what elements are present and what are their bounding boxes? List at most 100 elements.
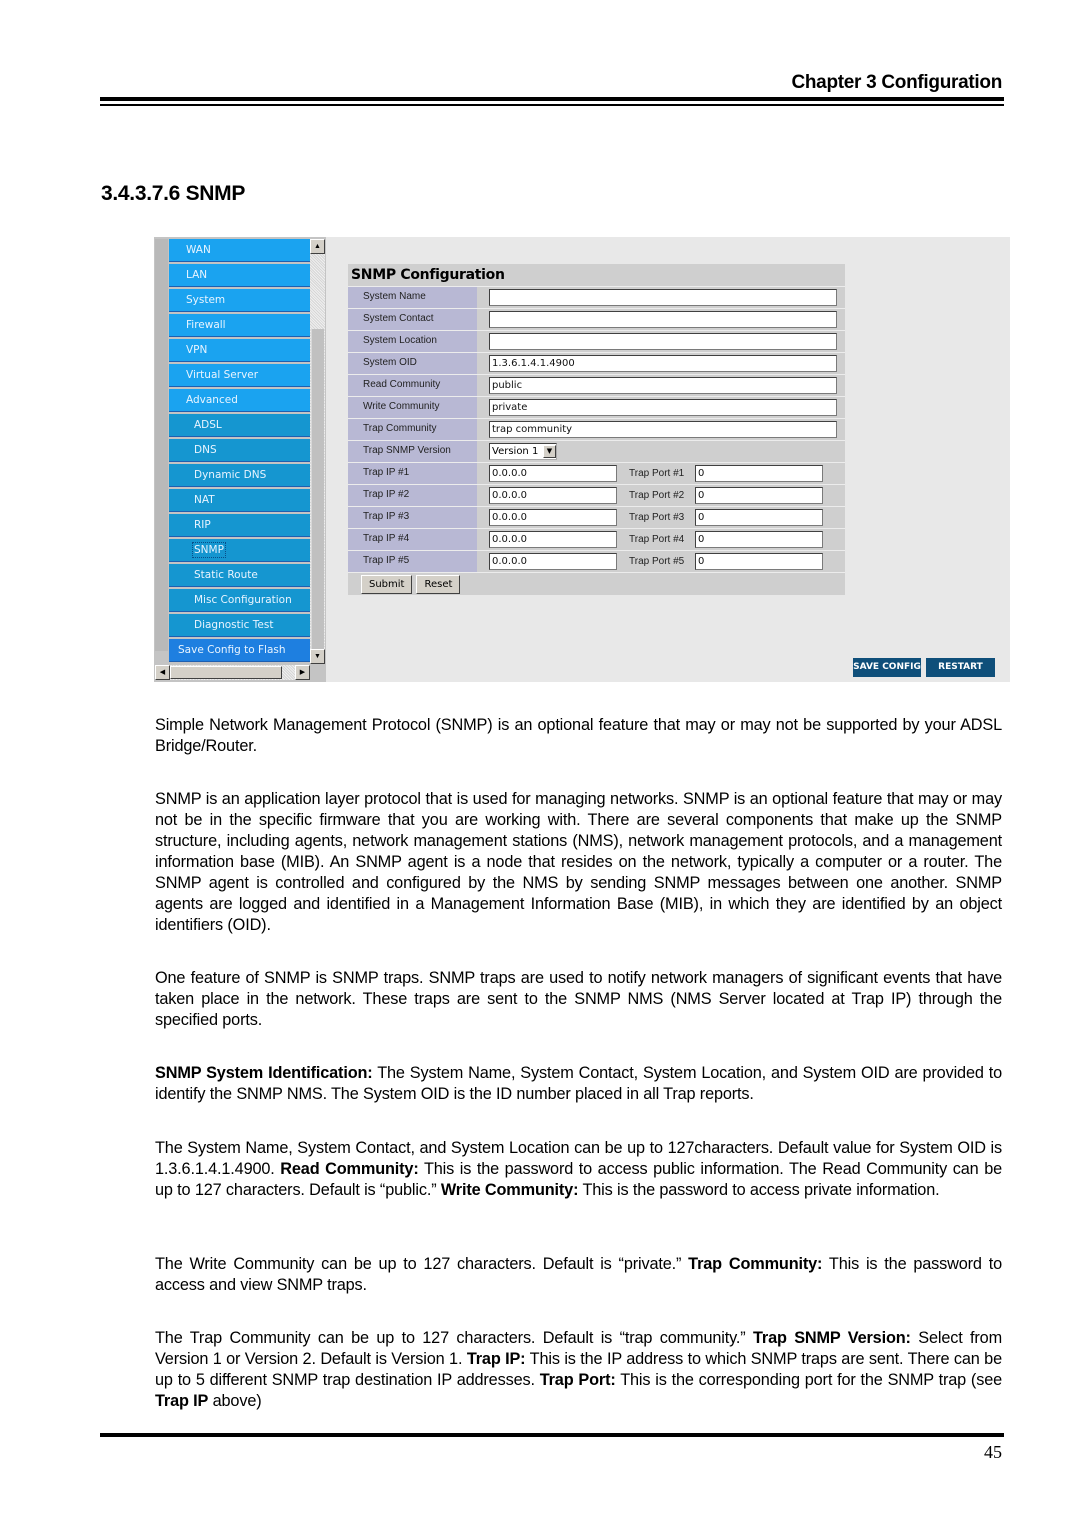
submit-button[interactable]: Submit [361, 574, 413, 594]
nav-item-label: ADSL [194, 419, 222, 431]
field-label: Write Community [348, 397, 477, 418]
scrollbar-thumb[interactable] [311, 329, 324, 649]
term: Trap IP: [466, 1350, 526, 1368]
nav-item-vpn[interactable]: VPN [169, 339, 310, 362]
paragraph-trap-community: The Write Community can be up to 127 cha… [155, 1254, 1002, 1296]
system-location-input[interactable] [489, 333, 837, 350]
read-community-input[interactable]: public [489, 377, 837, 394]
nav-item-virtual-server[interactable]: Virtual Server [169, 364, 310, 387]
paragraph-snmp-traps: One feature of SNMP is SNMP traps. SNMP … [155, 969, 1002, 1029]
navigation-frame: WAN LAN System Firewall VPN Virtual Server Adv… [154, 237, 326, 682]
nav-item-system[interactable]: System [169, 289, 310, 312]
chapter-header: Chapter 3 Configuration [791, 72, 1002, 93]
nav-item-adsl[interactable]: ADSL [169, 414, 310, 437]
write-community-input[interactable]: private [489, 399, 837, 416]
paragraph-intro: Simple Network Management Protocol (SNMP… [155, 716, 1002, 755]
system-contact-input[interactable] [489, 311, 837, 328]
header-rule [100, 97, 1004, 101]
nav-item-dns[interactable]: DNS [169, 439, 310, 462]
form-row: System Name [348, 286, 845, 308]
horizontal-scrollbar-thumb[interactable] [170, 666, 282, 679]
nav-item-diagnostic-test[interactable]: Diagnostic Test [169, 614, 310, 637]
field-label: System Location [348, 331, 477, 352]
text: The Trap Community can be up to 127 char… [155, 1329, 753, 1347]
nav-left-margin [155, 239, 168, 651]
trap-port-input[interactable]: 0 [695, 553, 823, 570]
trap-ip-input[interactable]: 0.0.0.0 [489, 487, 617, 504]
trap-port-input[interactable]: 0 [695, 487, 823, 504]
trap-ip-input[interactable]: 0.0.0.0 [489, 531, 617, 548]
nav-item-dynamic-dns[interactable]: Dynamic DNS [169, 464, 310, 487]
nav-item-misc-configuration[interactable]: Misc Configuration [169, 589, 310, 612]
nav-item-save-config-to-flash[interactable]: Save Config to Flash [169, 639, 310, 662]
scroll-right-icon[interactable]: ▶ [295, 665, 310, 680]
nav-item-advanced[interactable]: Advanced [169, 389, 310, 412]
nav-item-lan[interactable]: LAN [169, 264, 310, 287]
field-label: System OID [348, 353, 477, 374]
form-row: Trap Community trap community [348, 418, 845, 440]
nav-item-label: SNMP [192, 542, 226, 558]
nav-item-label: Dynamic DNS [194, 469, 267, 481]
nav-item-snmp[interactable]: SNMP [169, 539, 310, 562]
nav-item-label: NAT [194, 494, 215, 506]
horizontal-scrollbar[interactable]: ◀ ▶ [155, 665, 310, 680]
nav-item-firewall[interactable]: Firewall [169, 314, 310, 337]
field-label: Trap IP #5 [348, 551, 477, 572]
form-row: System OID 1.3.6.1.4.1.4900 [348, 352, 845, 374]
nav-item-label: Advanced [186, 394, 238, 406]
trap-community-input[interactable]: trap community [489, 421, 837, 438]
nav-item-label: Diagnostic Test [194, 619, 274, 631]
text: This is the corresponding port for the S… [615, 1371, 1003, 1389]
text: This is the password to access private i… [578, 1181, 940, 1199]
scroll-down-icon[interactable]: ▼ [310, 649, 325, 664]
selected-value: Version 1 [492, 446, 539, 457]
text: above) [208, 1392, 262, 1410]
form-row: Read Community public [348, 374, 845, 396]
trap-port-label: Trap Port #2 [629, 490, 685, 501]
chevron-down-icon[interactable]: ▼ [543, 445, 556, 458]
nav-item-label: DNS [194, 444, 217, 456]
nav-item-label: VPN [186, 344, 208, 356]
nav-item-nat[interactable]: NAT [169, 489, 310, 512]
trap-row: Trap IP #5 0.0.0.0 Trap Port #5 0 [348, 550, 845, 572]
scroll-up-icon[interactable]: ▲ [310, 239, 325, 254]
nav-item-static-route[interactable]: Static Route [169, 564, 310, 587]
text: The Write Community can be up to 127 cha… [155, 1255, 689, 1273]
page-number: 45 [984, 1442, 1002, 1462]
trap-row: Trap IP #3 0.0.0.0 Trap Port #3 0 [348, 506, 845, 528]
term: Trap SNMP Version: [752, 1329, 911, 1347]
vertical-scrollbar[interactable]: ▲ ▼ [310, 239, 325, 664]
nav-item-wan[interactable]: WAN [169, 239, 310, 262]
nav-item-label: Save Config to Flash [178, 644, 286, 656]
term: Trap Port: [539, 1371, 616, 1389]
trap-port-input[interactable]: 0 [695, 509, 823, 526]
field-label: System Contact [348, 309, 477, 330]
trap-port-input[interactable]: 0 [695, 465, 823, 482]
system-name-input[interactable] [489, 289, 837, 306]
section-title: 3.4.3.7.6 SNMP [101, 182, 246, 205]
form-actions: Submit Reset [348, 572, 845, 595]
trap-row: Trap IP #1 0.0.0.0 Trap Port #1 0 [348, 462, 845, 484]
nav-item-label: RIP [194, 519, 211, 531]
term: Write Community: [440, 1181, 579, 1199]
snmp-configuration-screenshot: WAN LAN System Firewall VPN Virtual Server Adv… [154, 237, 1010, 682]
field-label: System Name [348, 287, 477, 308]
reset-button[interactable]: Reset [416, 574, 461, 594]
trap-port-label: Trap Port #3 [629, 512, 685, 523]
trap-version-select[interactable]: Version 1 ▼ [489, 443, 557, 460]
restart-button[interactable]: RESTART [926, 658, 995, 677]
trap-port-input[interactable]: 0 [695, 531, 823, 548]
paragraph-snmp-overview: SNMP is an application layer protocol th… [155, 790, 1002, 934]
trap-version-row: Trap SNMP Version Version 1 ▼ [348, 440, 845, 462]
form-row: System Location [348, 330, 845, 352]
trap-ip-input[interactable]: 0.0.0.0 [489, 553, 617, 570]
trap-row: Trap IP #4 0.0.0.0 Trap Port #4 0 [348, 528, 845, 550]
system-oid-input[interactable]: 1.3.6.1.4.1.4900 [489, 355, 837, 372]
nav-item-rip[interactable]: RIP [169, 514, 310, 537]
form-row: Write Community private [348, 396, 845, 418]
scroll-left-icon[interactable]: ◀ [155, 665, 170, 680]
trap-ip-input[interactable]: 0.0.0.0 [489, 465, 617, 482]
trap-ip-input[interactable]: 0.0.0.0 [489, 509, 617, 526]
nav-item-label: System [186, 294, 226, 306]
save-config-button[interactable]: SAVE CONFIG [853, 658, 921, 677]
